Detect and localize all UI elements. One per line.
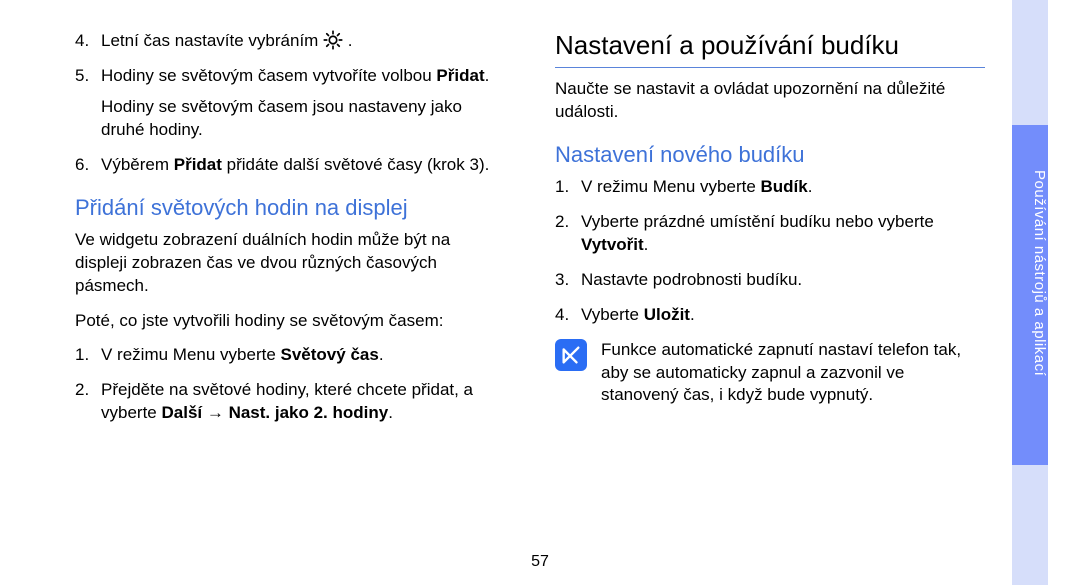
list-item-text: V režimu Menu vyberte — [101, 345, 281, 364]
list-item-text: Hodiny se světovým časem vytvoříte volbo… — [101, 66, 436, 85]
list-item: V režimu Menu vyberte Budík. — [555, 176, 985, 199]
note-box: Funkce automatické zapnutí nastaví telef… — [555, 339, 985, 408]
list-item-text: . — [644, 235, 649, 254]
chapter-tab: Používání nástrojů a aplikací — [1012, 0, 1048, 585]
list-item-text: Letní čas nastavíte vybráním — [101, 31, 323, 50]
list-item-bold: Budík — [761, 177, 808, 196]
paragraph: Ve widgetu zobrazení duálních hodin může… — [75, 229, 505, 298]
list-item: Hodiny se světovým časem vytvoříte volbo… — [75, 65, 505, 88]
left-steps-a2: Výběrem Přidat přidáte další světové čas… — [75, 154, 505, 177]
list-item: Přejděte na světové hodiny, které chcete… — [75, 379, 505, 425]
indented-note: Hodiny se světovým časem jsou nastaveny … — [75, 96, 505, 142]
list-item-text: Výběrem — [101, 155, 174, 174]
list-item-bold: Další → Nast. jako 2. hodiny — [161, 403, 388, 422]
list-item: Nastavte podrobnosti budíku. — [555, 269, 985, 292]
list-item: Vyberte Uložit. — [555, 304, 985, 327]
list-item-text: Vyberte prázdné umístění budíku nebo vyb… — [581, 212, 934, 231]
list-item-text: Vyberte — [581, 305, 644, 324]
note-icon — [555, 339, 587, 371]
h2-add-world-clock: Přidání světových hodin na displej — [75, 195, 505, 221]
left-steps-a: Letní čas nastavíte vybráním — [75, 30, 505, 88]
list-item-bold: Uložit — [644, 305, 690, 324]
list-item-bold: Přidat — [174, 155, 222, 174]
h2-new-alarm: Nastavení nového budíku — [555, 142, 985, 168]
paragraph: Naučte se nastavit a ovládat upozornění … — [555, 78, 985, 124]
h1-alarm: Nastavení a používání budíku — [555, 30, 985, 68]
list-item-text: . — [808, 177, 813, 196]
list-item-bold: Přidat — [436, 66, 484, 85]
right-column: Nastavení a používání budíku Naučte se n… — [555, 30, 985, 530]
list-item-text: . — [388, 403, 393, 422]
list-item-text: . — [348, 31, 353, 50]
paragraph: Poté, co jste vytvořili hodiny se světov… — [75, 310, 505, 333]
left-steps-b: V režimu Menu vyberte Světový čas. Přejd… — [75, 344, 505, 425]
sun-icon — [323, 30, 343, 50]
list-item-bold: Vytvořit — [581, 235, 644, 254]
list-item-text: Nastavte podrobnosti budíku. — [581, 270, 802, 289]
page-body: Letní čas nastavíte vybráním — [75, 30, 985, 530]
list-item-text: V režimu Menu vyberte — [581, 177, 761, 196]
chapter-tab-label: Používání nástrojů a aplikací — [1012, 170, 1048, 376]
left-column: Letní čas nastavíte vybráním — [75, 30, 505, 530]
list-item-text: přidáte další světové časy (krok 3). — [222, 155, 489, 174]
list-item-text: . — [379, 345, 384, 364]
list-item: V režimu Menu vyberte Světový čas. — [75, 344, 505, 367]
list-item: Vyberte prázdné umístění budíku nebo vyb… — [555, 211, 985, 257]
list-item-text: . — [485, 66, 490, 85]
list-item: Výběrem Přidat přidáte další světové čas… — [75, 154, 505, 177]
note-text: Funkce automatické zapnutí nastaví telef… — [601, 339, 985, 408]
page-number: 57 — [0, 553, 1080, 571]
list-item: Letní čas nastavíte vybráním — [75, 30, 505, 53]
list-item-bold: Světový čas — [281, 345, 379, 364]
right-steps: V režimu Menu vyberte Budík. Vyberte prá… — [555, 176, 985, 327]
list-item-text: . — [690, 305, 695, 324]
